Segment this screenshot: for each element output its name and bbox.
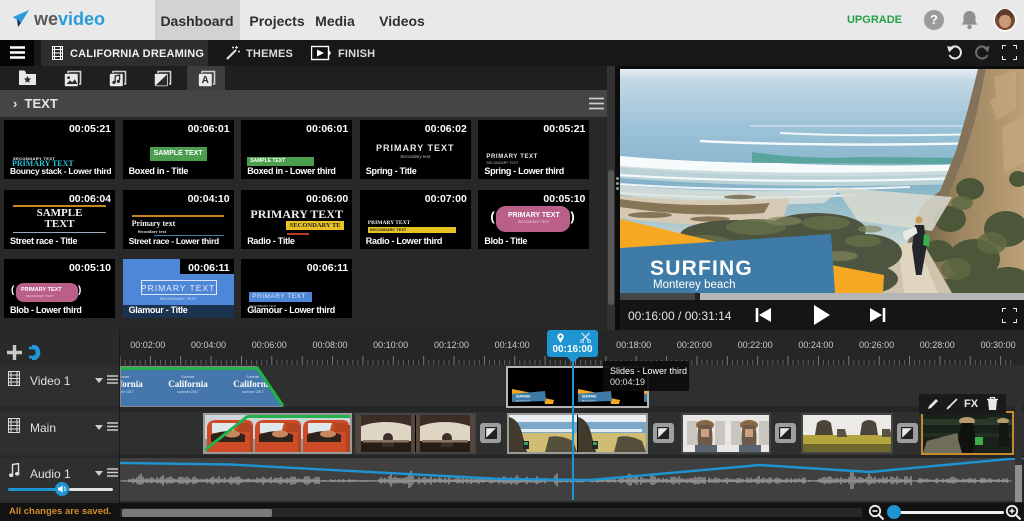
svg-text:SURFING: SURFING — [516, 395, 531, 399]
svg-text:Monterey beach: Monterey beach — [582, 400, 596, 403]
svg-text:A: A — [202, 75, 209, 86]
svg-text:SURFING: SURFING — [650, 257, 753, 280]
svg-text:Monterey beach: Monterey beach — [653, 279, 735, 291]
svg-text:Monterey beach: Monterey beach — [516, 400, 530, 403]
svg-text:Monterey beach: Monterey beach — [648, 400, 649, 403]
svg-text:SURFING: SURFING — [648, 395, 649, 399]
svg-text:SURFING: SURFING — [582, 395, 597, 399]
